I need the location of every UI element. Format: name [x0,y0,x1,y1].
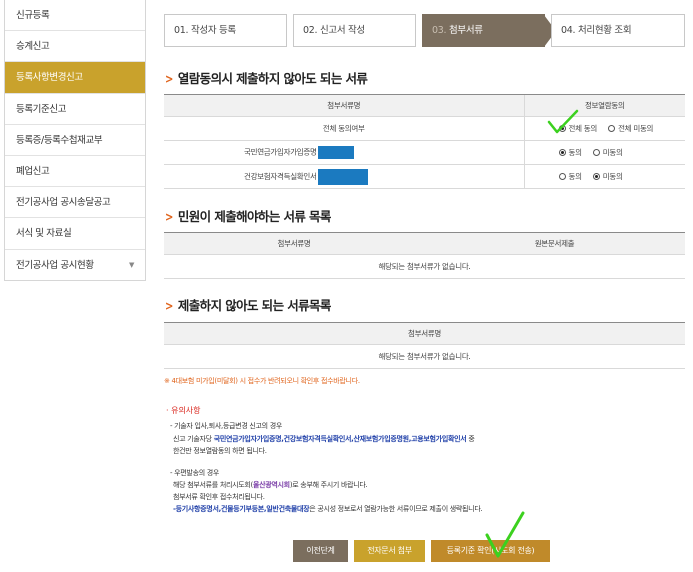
notice-line: 한건만 정보열람동의 하면 됩니다. [173,447,267,455]
notice-line: 첨부서류 확인후 접수처리됩니다. [173,493,265,501]
sidebar-item-label: 전기공사업 공시송달공고 [16,197,111,209]
table-row: 전체 동의여부 전체 동의 전체 미동의 [164,116,685,141]
required-docs-table: 첨부서류명 원본문서제출 해당되는 첨부서류가 없습니다. [164,232,685,279]
sidebar-menu: 신규등록 승계신고 등록사항변경신고 등록기준신고 등록증/등록수첩재교부 폐업… [4,0,146,281]
sidebar-item-succession[interactable]: 승계신고 [5,31,145,63]
table-row: 해당되는 첨부서류가 없습니다. [164,344,685,369]
sidebar-item-public-notice[interactable]: 전기공사업 공시송달공고 [5,187,145,219]
sidebar-item-reissue[interactable]: 등록증/등록수첩재교부 [5,125,145,156]
notice-line: 해당 첨부서류를 처리시도회(울산광역시회)로 송부해 주시기 바랍니다. [173,481,368,489]
redacted-block [317,146,354,159]
consent-docs-table: 첨부서류명 정보열람동의 전체 동의여부 전체 동의 전체 미동의 국민연금가입… [164,94,685,189]
registration-confirm-button[interactable]: 등록기준 확인(시도회 전송) [431,540,550,562]
chevron-right-icon: > [164,298,173,313]
sidebar-item-label: 승계신고 [16,41,50,53]
sidebar-item-label: 신규등록 [16,10,50,21]
step-attachments: 03. 첨부서류 [422,14,556,47]
chevron-right-icon: > [164,209,173,224]
sidebar-item-label: 등록기준신고 [16,103,67,115]
table-row: 건강보험자격득실확인서 동의 미동의 [164,164,685,189]
sidebar-item-label: 등록증/등록수첩재교부 [16,134,103,146]
step-report-writing: 02. 신고서 작성 [293,14,416,47]
previous-step-button[interactable]: 이전단계 [293,540,348,562]
sidebar-item-label: 등록사항변경신고 [16,72,83,84]
sidebar-item-label: 전기공사업 공시현황 [16,259,94,271]
radio-health-agree[interactable]: 동의 [558,171,582,182]
section-title-optional-docs: > 제출하지 않아도 되는 서류목록 [164,298,331,313]
redacted-block [317,168,368,185]
notice-line: - 기술자 입사,퇴사,등급변경 신고의 경우 [170,422,283,430]
column-header: 첨부서류명 [164,322,685,345]
radio-all-agree[interactable]: 전체 동의 [558,123,597,134]
sidebar-item-status[interactable]: 전기공사업 공시현황 ▼ [5,250,145,281]
radio-health-disagree[interactable]: 미동의 [592,171,623,182]
notice-title: · 유의사항 [166,406,201,415]
electronic-document-attach-button[interactable]: 전자문서 첨부 [354,540,425,562]
sidebar-item-standard-report[interactable]: 등록기준신고 [5,94,145,125]
sidebar-item-new-registration[interactable]: 신규등록 [5,0,145,32]
chevron-down-icon: ▼ [129,260,134,269]
step-indicator: 01. 작성자 등록 02. 신고서 작성 03. 첨부서류 04. 처리현황 … [164,14,685,48]
table-row: 해당되는 첨부서류가 없습니다. [164,254,685,279]
sidebar-item-label: 서식 및 자료실 [16,228,72,240]
radio-all-disagree[interactable]: 전체 미동의 [608,123,653,134]
notice-line: -등기사항증명서,건물등기부등본,일반건축물대장은 공시성 정보로서 열람가능한… [173,505,483,513]
sidebar-item-closure[interactable]: 폐업신고 [5,156,145,188]
chevron-right-icon: > [164,71,173,86]
column-header: 정보열람동의 [523,94,685,117]
insurance-warning: ※ 4대보험 미가입(미달회) 시 접수가 반려되오니 확인후 접수바랍니다. [164,377,360,385]
optional-docs-table: 첨부서류명 해당되는 첨부서류가 없습니다. [164,322,685,369]
sidebar-item-forms[interactable]: 서식 및 자료실 [5,218,145,250]
table-row: 국민연금가입자가입증명 동의 미동의 [164,140,685,165]
notice-line: 신고 기술자당 국민연금가입자가입증명,건강보험자격득실확인서,산재보험가입증명… [173,435,475,443]
section-title-consent-docs: > 열람동의시 제출하지 않아도 되는 서류 [164,71,368,86]
section-title-required-docs: > 민원이 제출해야하는 서류 목록 [164,209,331,224]
radio-pension-disagree[interactable]: 미동의 [592,147,623,158]
column-header: 첨부서류명 [164,94,524,117]
column-header: 첨부서류명 [164,232,424,255]
step-status-inquiry: 04. 처리현황 조회 [551,14,685,47]
column-header: 원본문서제출 [424,232,685,255]
radio-pension-agree[interactable]: 동의 [558,147,582,158]
sidebar-item-change-report[interactable]: 등록사항변경신고 [5,62,145,94]
notice-line: - 우편발송의 경우 [170,469,220,477]
sidebar-item-label: 폐업신고 [16,165,50,177]
step-author-registration: 01. 작성자 등록 [164,14,287,47]
